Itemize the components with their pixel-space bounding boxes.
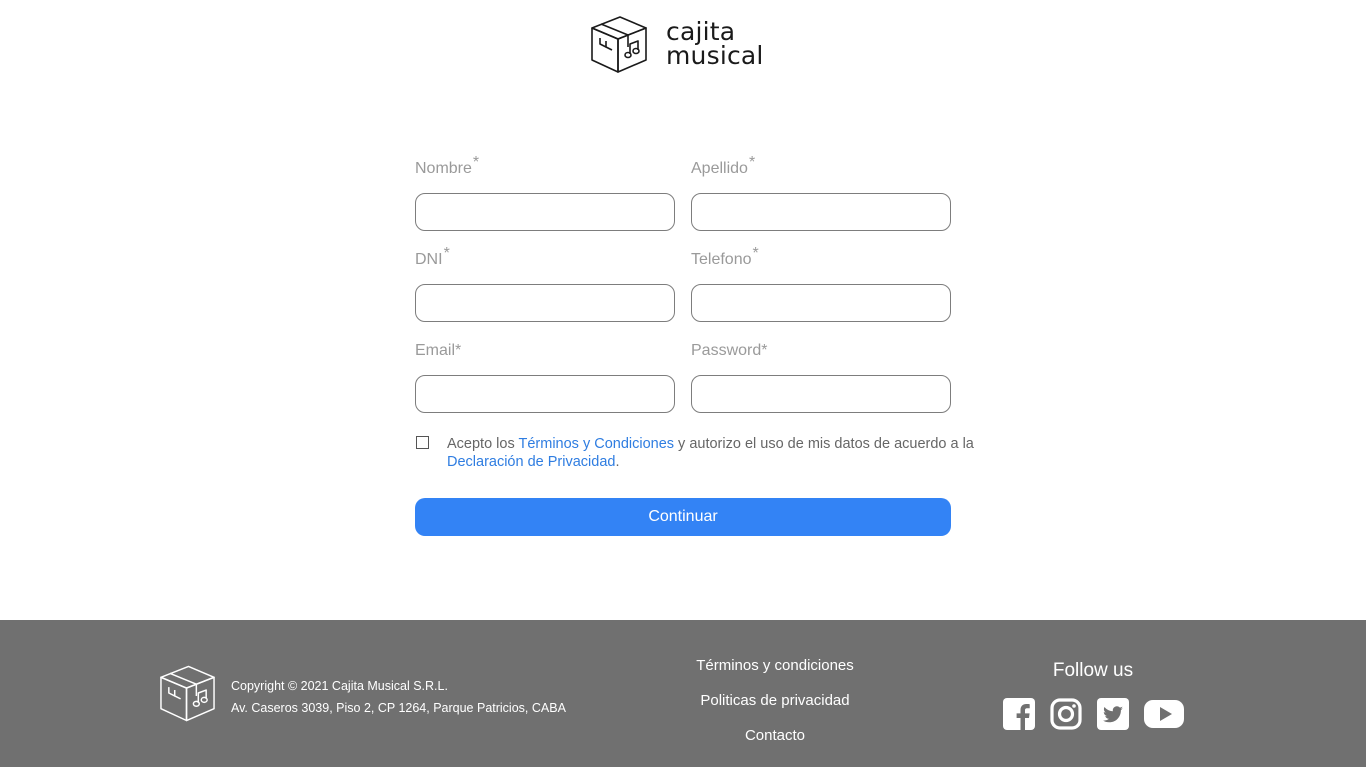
brand-name: cajita musical: [666, 19, 764, 70]
nombre-input[interactable]: [415, 193, 675, 231]
box-music-logo-icon: [591, 16, 647, 73]
password-input[interactable]: [691, 375, 951, 413]
privacy-link[interactable]: Declaración de Privacidad: [447, 454, 615, 470]
twitter-icon[interactable]: [1097, 698, 1129, 735]
instagram-icon[interactable]: [1050, 698, 1082, 735]
nombre-label: Nombre*: [415, 154, 480, 177]
email-label: Email*: [415, 342, 462, 359]
dni-label: DNI*: [415, 245, 450, 268]
apellido-label: Apellido*: [691, 154, 756, 177]
terms-suffix: .: [615, 454, 620, 470]
copyright-text: Copyright © 2021 Cajita Musical S.R.L.: [231, 679, 448, 693]
youtube-icon[interactable]: [1144, 699, 1184, 734]
footer-link-terms[interactable]: Términos y condiciones: [640, 648, 910, 683]
terms-link[interactable]: Términos y Condiciones: [518, 436, 674, 452]
copyright-block: Copyright © 2021 Cajita Musical S.R.L. A…: [231, 675, 566, 719]
footer-link-privacy[interactable]: Politicas de privacidad: [640, 683, 910, 718]
brand-name-line2: musical: [666, 41, 764, 70]
footer-logo[interactable]: [159, 663, 216, 728]
footer-link-contact[interactable]: Contacto: [640, 718, 910, 753]
dni-input[interactable]: [415, 284, 675, 322]
footer-links: Términos y condiciones Politicas de priv…: [640, 648, 910, 753]
header-logo[interactable]: cajita musical: [590, 14, 764, 74]
apellido-input[interactable]: [691, 193, 951, 231]
telefono-input[interactable]: [691, 284, 951, 322]
terms-checkbox[interactable]: [416, 436, 429, 449]
social-links: [1003, 698, 1184, 735]
telefono-label: Telefono*: [691, 245, 759, 268]
password-label: Password*: [691, 342, 768, 359]
continue-button[interactable]: Continuar: [415, 498, 951, 536]
footer: Copyright © 2021 Cajita Musical S.R.L. A…: [0, 620, 1366, 767]
facebook-icon[interactable]: [1003, 698, 1035, 735]
terms-middle: y autorizo el uso de mis datos de acuerd…: [674, 436, 974, 452]
terms-text: Acepto los Términos y Condiciones y auto…: [447, 435, 977, 471]
follow-us-label: Follow us: [1052, 660, 1134, 681]
terms-prefix: Acepto los: [447, 436, 519, 452]
email-input[interactable]: [415, 375, 675, 413]
box-music-logo-icon: [160, 665, 215, 722]
address-text: Av. Caseros 3039, Piso 2, CP 1264, Parqu…: [231, 701, 566, 715]
